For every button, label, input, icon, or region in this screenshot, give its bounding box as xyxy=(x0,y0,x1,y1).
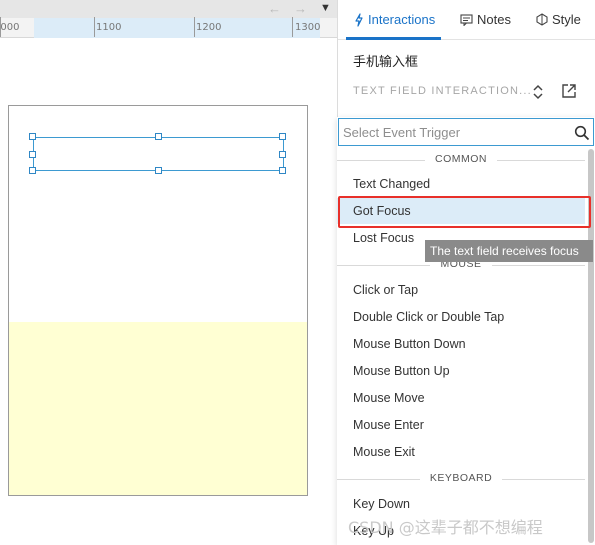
resize-handle[interactable] xyxy=(29,133,36,140)
ruler-label: 1300 xyxy=(295,22,321,33)
resize-handle[interactable] xyxy=(279,133,286,140)
tooltip: The text field receives focus xyxy=(425,240,593,262)
tab-notes-label: Notes xyxy=(477,12,511,27)
caret-down-icon[interactable]: ▼ xyxy=(320,2,331,14)
popout-icon[interactable] xyxy=(560,82,578,100)
event-trigger-search-input[interactable] xyxy=(343,122,563,142)
event-trigger-search[interactable] xyxy=(338,118,594,146)
ruler-label: 1100 xyxy=(96,22,122,33)
tab-style-label: Style xyxy=(552,12,581,27)
menu-item-mouse-move[interactable]: Mouse Move xyxy=(337,385,585,411)
arrow-right-icon[interactable]: → xyxy=(294,1,307,16)
artboard[interactable] xyxy=(8,105,308,496)
section-title: COMMON xyxy=(425,153,497,165)
interaction-header-label: TEXT FIELD INTERACTION... xyxy=(353,85,532,97)
menu-item-mouse-button-up[interactable]: Mouse Button Up xyxy=(337,358,585,384)
section-header-common: COMMON xyxy=(337,152,585,168)
design-canvas[interactable]: ← → ▼ 1000 1100 1200 1300 xyxy=(0,0,337,545)
resize-handle[interactable] xyxy=(155,167,162,174)
lightning-icon xyxy=(355,12,363,27)
ruler-label: 1200 xyxy=(196,22,222,33)
yellow-rectangle[interactable] xyxy=(9,322,307,495)
ruler-tick xyxy=(94,17,95,37)
search-icon[interactable] xyxy=(574,125,590,141)
ruler-label: 1000 xyxy=(0,22,20,33)
tab-interactions[interactable]: Interactions xyxy=(354,12,435,27)
annotation-highlight-frame xyxy=(338,196,591,228)
inspector-tabs: Interactions Notes Style xyxy=(338,0,595,40)
ruler-tick xyxy=(292,17,293,37)
menu-item-click-or-tap[interactable]: Click or Tap xyxy=(337,277,585,303)
selected-text-field-widget[interactable] xyxy=(29,133,286,174)
watermark: CSDN @这辈子都不想编程 xyxy=(348,518,543,537)
menu-item-text-changed[interactable]: Text Changed xyxy=(337,171,585,197)
menu-item-double-click[interactable]: Double Click or Double Tap xyxy=(337,304,585,330)
section-title: KEYBOARD xyxy=(419,472,503,484)
tab-notes[interactable]: Notes xyxy=(460,12,511,27)
section-header-keyboard: KEYBOARD xyxy=(337,471,585,487)
interaction-header-row: TEXT FIELD INTERACTION... xyxy=(338,78,595,106)
resize-handle[interactable] xyxy=(29,167,36,174)
tab-interactions-label: Interactions xyxy=(368,12,436,27)
horizontal-ruler: 1000 1100 1200 1300 xyxy=(0,17,337,38)
menu-item-mouse-exit[interactable]: Mouse Exit xyxy=(337,439,585,465)
ruler-selection-range xyxy=(34,18,320,38)
active-tab-indicator xyxy=(346,37,441,40)
widget-name[interactable]: 手机输入框 xyxy=(353,51,418,70)
ruler-tick xyxy=(194,17,195,37)
resize-handle[interactable] xyxy=(279,167,286,174)
resize-handle[interactable] xyxy=(279,151,286,158)
tab-style[interactable]: Style xyxy=(536,12,581,27)
resize-handle[interactable] xyxy=(155,133,162,140)
note-icon xyxy=(460,13,473,26)
menu-item-mouse-enter[interactable]: Mouse Enter xyxy=(337,412,585,438)
expand-collapse-icon[interactable] xyxy=(531,82,545,102)
arrow-left-icon[interactable]: ← xyxy=(268,1,281,16)
menu-item-mouse-button-down[interactable]: Mouse Button Down xyxy=(337,331,585,357)
resize-handle[interactable] xyxy=(29,151,36,158)
style-icon xyxy=(536,13,548,26)
canvas-toolbar-strip: ← → ▼ xyxy=(0,0,337,18)
event-trigger-dropdown: COMMON Text Changed Got Focus Lost Focus… xyxy=(337,117,595,545)
